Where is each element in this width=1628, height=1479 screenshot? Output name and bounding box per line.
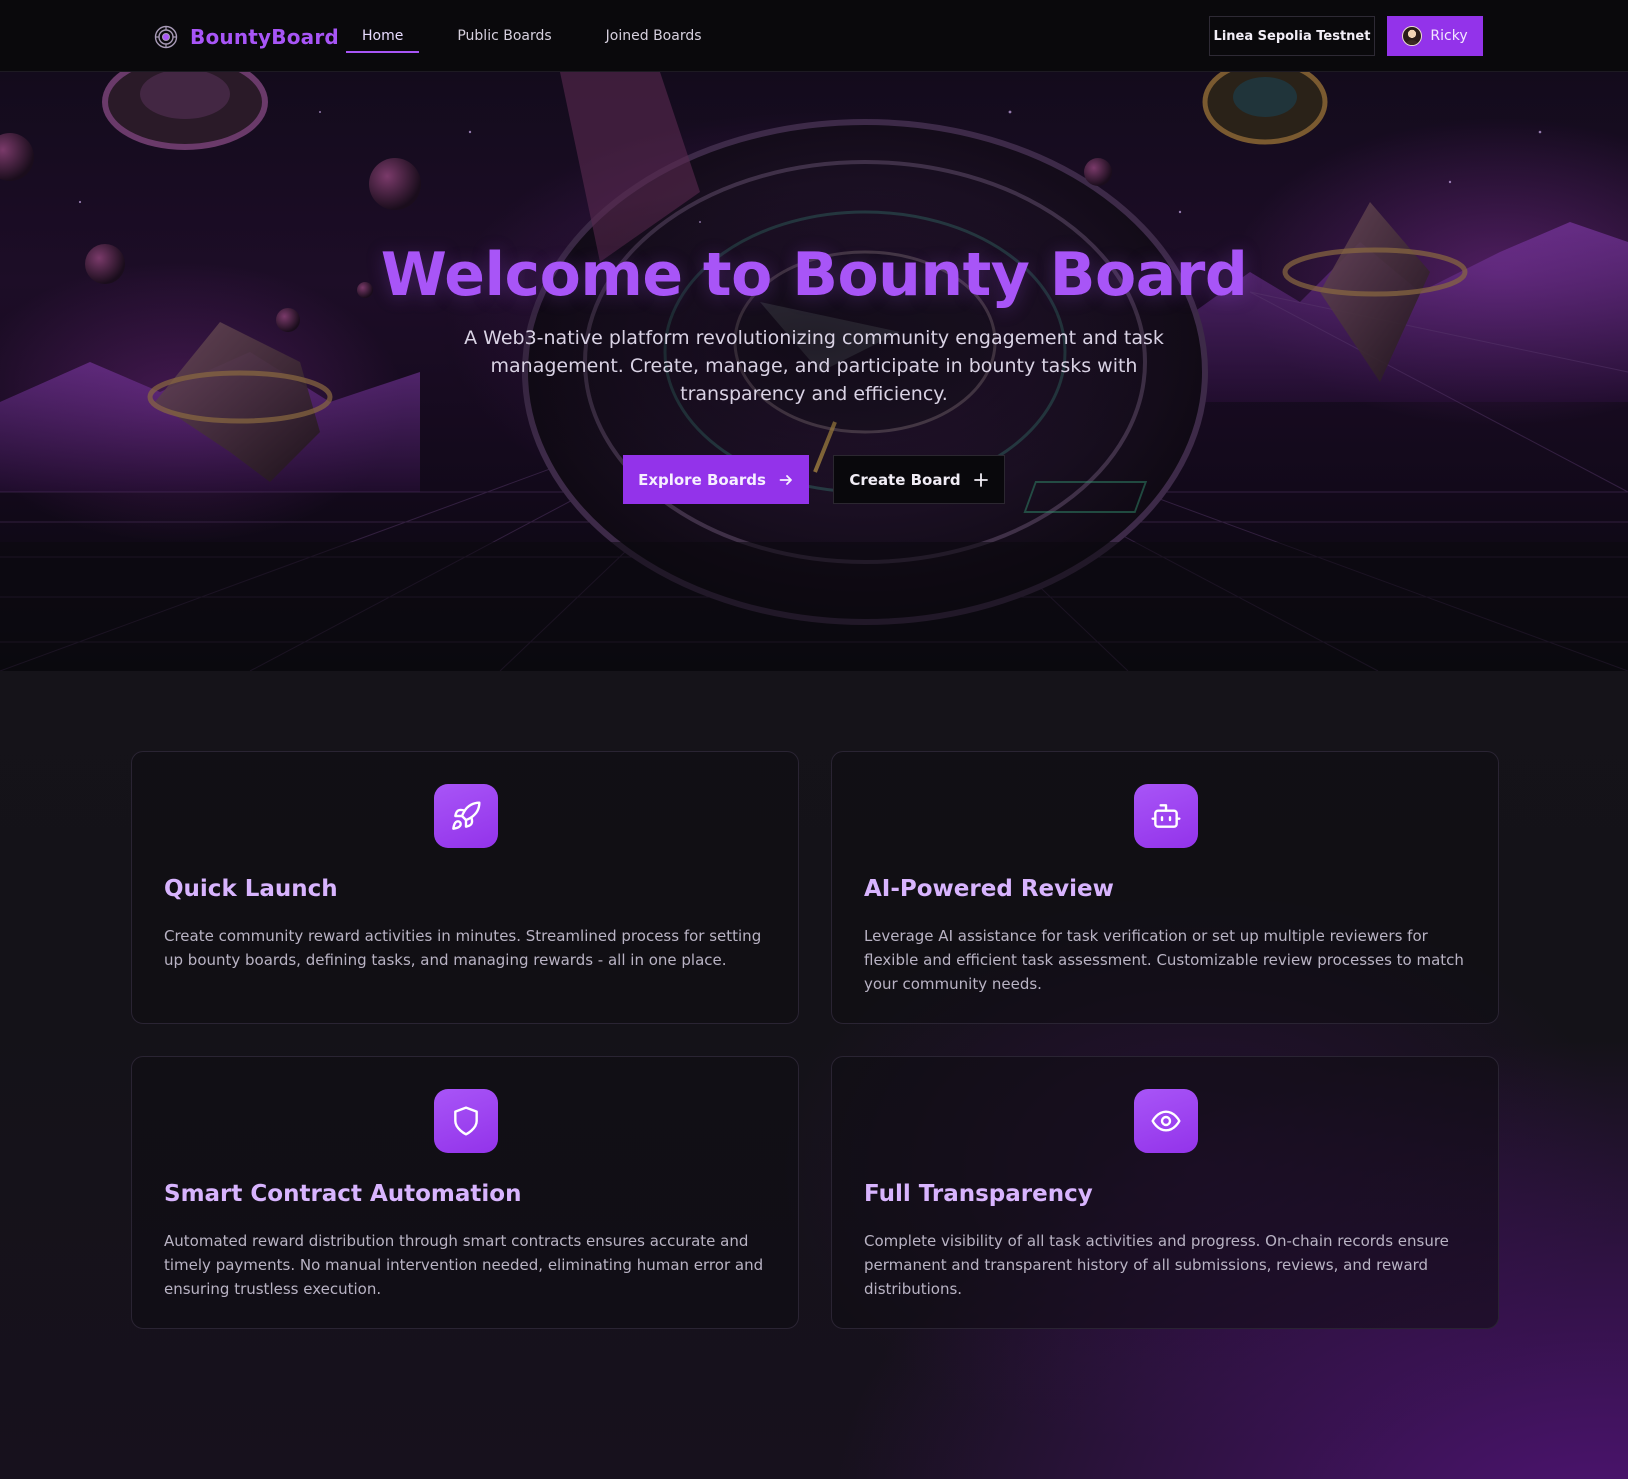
feature-card-smart-contract: Smart Contract Automation Automated rewa… (131, 1056, 799, 1329)
plus-icon (973, 472, 988, 487)
main-nav: Home Public Boards Joined Boards (346, 0, 740, 72)
create-board-button[interactable]: Create Board (833, 455, 1005, 504)
explore-boards-label: Explore Boards (638, 470, 766, 489)
hero-actions: Explore Boards Create Board (0, 455, 1628, 504)
feature-description: Complete visibility of all task activiti… (864, 1232, 1449, 1298)
bot-icon (1151, 804, 1181, 828)
feature-card-quick-launch: Quick Launch Create community reward act… (131, 751, 799, 1024)
feature-description: Create community reward activities in mi… (164, 927, 762, 969)
feature-icon-badge (1134, 784, 1198, 848)
feature-description: Automated reward distribution through sm… (164, 1232, 764, 1298)
avatar (1402, 26, 1423, 46)
feature-title: AI-Powered Review (864, 876, 1114, 902)
feature-icon-badge (1134, 1089, 1198, 1153)
network-selector-button[interactable]: Linea Sepolia Testnet (1209, 16, 1375, 56)
feature-icon-badge (434, 784, 498, 848)
nav-link-home[interactable]: Home (346, 0, 420, 72)
hero-section: Welcome to Bounty Board A Web3-native pl… (0, 72, 1628, 671)
feature-title: Smart Contract Automation (164, 1181, 522, 1207)
feature-icon-badge (434, 1089, 498, 1153)
user-account-button[interactable]: Ricky (1387, 16, 1483, 56)
create-board-label: Create Board (849, 470, 961, 489)
shield-icon (454, 1106, 478, 1136)
feature-title: Full Transparency (864, 1181, 1093, 1207)
user-name: Ricky (1430, 28, 1468, 44)
brand-name: BountyBoard (190, 25, 339, 49)
hero-subtitle: A Web3-native platform revolutionizing c… (464, 327, 1164, 405)
explore-boards-button[interactable]: Explore Boards (623, 455, 809, 504)
top-navbar: BountyBoard Home Public Boards Joined Bo… (0, 0, 1628, 72)
feature-card-transparency: Full Transparency Complete visibility of… (831, 1056, 1499, 1329)
rocket-icon (452, 801, 481, 830)
target-icon (154, 25, 178, 49)
arrow-right-icon (779, 474, 792, 485)
feature-title: Quick Launch (164, 876, 338, 902)
features-section: Quick Launch Create community reward act… (0, 671, 1628, 1479)
feature-description: Leverage AI assistance for task verifica… (864, 927, 1464, 993)
eye-icon (1151, 1110, 1181, 1132)
hero-title: Welcome to Bounty Board (380, 240, 1248, 310)
feature-card-ai-review: AI-Powered Review Leverage AI assistance… (831, 751, 1499, 1024)
nav-link-joined-boards[interactable]: Joined Boards (590, 0, 718, 72)
nav-link-public-boards[interactable]: Public Boards (441, 0, 567, 72)
brand-home-link[interactable]: BountyBoard (154, 23, 339, 51)
